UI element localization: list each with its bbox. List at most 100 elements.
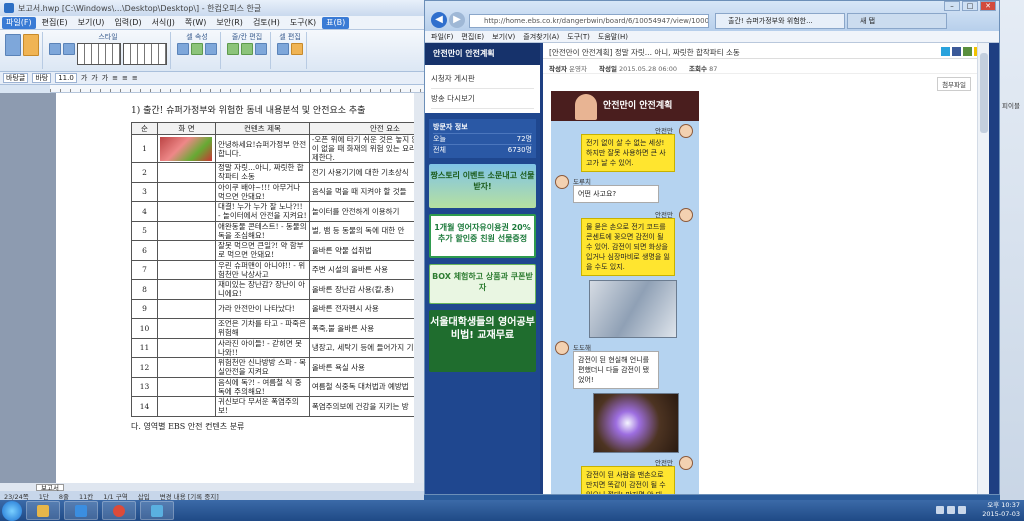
cell-title[interactable]: 애완동물 콘테스트! - 동물의 독을 조심해요! — [215, 220, 310, 241]
table-row[interactable]: 5 애완동물 콘테스트! - 동물의 독을 조심해요! 벌, 뱀 등 동물의 독에 … — [131, 220, 424, 241]
menu-file[interactable]: 파일(F) — [2, 16, 36, 29]
taskbar-chrome[interactable] — [102, 501, 136, 520]
bold-icon[interactable]: 가 — [81, 73, 87, 83]
menu-format[interactable]: 서식(J) — [148, 17, 179, 29]
style-select[interactable]: 바탕글 — [3, 73, 29, 83]
cell-number[interactable]: 8 — [131, 279, 158, 300]
minimize-icon[interactable]: – — [944, 1, 960, 11]
merge-icon[interactable] — [255, 43, 267, 55]
split-icon[interactable] — [277, 43, 289, 55]
table-row[interactable]: 13 음식에 독?! - 여름철 식 중독에 주의해요! 여름철 식중독 대처법과 … — [131, 376, 424, 397]
font-size-select[interactable]: 11.0 — [55, 73, 77, 83]
ie-menu-tools[interactable]: 도구(T) — [567, 31, 590, 42]
cell-number[interactable]: 12 — [131, 357, 158, 378]
table-row[interactable]: 1 안녕하세요!슈퍼가정부 안전합니다.-오픈 위에 타기 쉬운 것은 놓지 않는… — [131, 134, 424, 163]
table-row[interactable]: 14 귀신보다 무서운 폭염주의 보! 폭염주의보에 건강을 지키는 방 — [131, 396, 424, 417]
study-banner[interactable]: 서울대학생들의 영어공부비법! 교재무료 — [429, 310, 536, 372]
address-bar[interactable]: http://home.ebs.co.kr/dangerbwin/board/6… — [469, 14, 709, 28]
align-left-icon[interactable]: ≡ — [112, 74, 118, 82]
delete-row-icon[interactable] — [241, 43, 253, 55]
ie-menu-file[interactable]: 파일(F) — [431, 31, 453, 42]
style-icon[interactable] — [49, 43, 61, 55]
cell-safety[interactable]: 음식을 먹을 때 지켜야 할 것들 — [308, 181, 424, 202]
cell-number[interactable]: 10 — [131, 318, 158, 339]
cell-title[interactable]: 정말 자릿...아니, 짜릿한 합작파티 소동 — [215, 162, 310, 183]
cell-number[interactable]: 2 — [131, 162, 158, 183]
cell-title[interactable]: 위험천만 신나방방 스파 - 목실안전을 지켜요 — [215, 357, 310, 378]
menu-view[interactable]: 보기(U) — [74, 17, 109, 29]
cell-number[interactable]: 9 — [131, 298, 158, 319]
cell-safety[interactable]: -오픈 위에 타기 쉬운 것은 놓지 않는다. -어른이 없을 때 화재의 위험… — [308, 134, 424, 163]
underline-icon[interactable]: 가 — [102, 73, 108, 83]
cell-number[interactable]: 3 — [131, 181, 158, 202]
sidebar-header[interactable]: 안전만이 안전계획 — [425, 43, 540, 65]
status-track[interactable]: 변경 내용 [기록 중지] — [160, 491, 219, 501]
table-row[interactable]: 3 아이쿠 배야~!!! 아무거나 먹으면 안돼요! 음식을 먹을 때 지켜야 할 … — [131, 181, 424, 202]
formula-icon[interactable] — [291, 43, 303, 55]
close-icon[interactable]: ✕ — [980, 1, 996, 11]
maximize-icon[interactable]: □ — [962, 1, 978, 11]
cell-number[interactable]: 4 — [131, 201, 158, 222]
table-row[interactable]: 8 재미있는 장난감? 장난이 아니에요! 올바른 장난감 사용(칼,총) — [131, 279, 424, 300]
cell-title[interactable]: 우린 슈퍼맨이 아니야!! - 위험천만 낙상사고 — [215, 259, 310, 280]
cell-image[interactable] — [157, 259, 216, 280]
cell-number[interactable]: 13 — [131, 376, 158, 397]
cell-image[interactable] — [157, 318, 216, 339]
table-props-icon[interactable] — [5, 34, 21, 56]
cell-image[interactable] — [157, 298, 216, 319]
cell-title[interactable]: 대결! 누가 누가 잘 노나?!! - 놀이터에서 안전을 지켜요! — [215, 201, 310, 222]
cell-safety[interactable]: 주변 시설의 올바른 사용 — [308, 259, 424, 280]
twitter-icon[interactable] — [941, 47, 950, 56]
share-icon[interactable] — [963, 47, 972, 56]
menu-security[interactable]: 보안(R) — [212, 17, 247, 29]
cell-image[interactable] — [157, 201, 216, 222]
cell-safety[interactable]: 냉장고, 세탁기 등에 들어가지 기 — [308, 337, 424, 358]
menu-review[interactable]: 검토(H) — [249, 17, 284, 29]
cell-safety[interactable]: 올바른 전자펜시 사용 — [308, 298, 424, 319]
cell-safety[interactable]: 놀이터를 안전하게 이용하기 — [308, 201, 424, 222]
table-row[interactable]: 6 잘못 먹으면 큰일?! 약 함부로 먹으면 안돼요! 올바른 약물 섭취법 — [131, 240, 424, 261]
table-row[interactable]: 2 정말 자릿...아니, 짜릿한 합작파티 소동 전기 사용기기에 대한 기초상식 — [131, 162, 424, 183]
cell-safety[interactable]: 전기 사용기기에 대한 기초상식 — [308, 162, 424, 183]
cell-image[interactable] — [157, 376, 216, 397]
cell-safety[interactable]: 벌, 뱀 등 동물의 독에 대한 안 — [308, 220, 424, 241]
sheet-tab[interactable]: 보고서 — [36, 483, 64, 491]
cell-title[interactable]: 조언은 기차를 타고 - 파죽은 위험해 — [215, 318, 310, 339]
clock[interactable]: 오후 10:37 2015-07-03 — [982, 501, 1020, 519]
tab-active[interactable]: 출간! 슈퍼가정부와 위험한... — [715, 13, 845, 29]
cell-title[interactable]: 음식에 독?! - 여름철 식 중독에 주의해요! — [215, 376, 310, 397]
sidebar-link-replay[interactable]: 방송 다시보기 — [431, 89, 534, 109]
cell-number[interactable]: 7 — [131, 259, 158, 280]
status-insert[interactable]: 삽입 — [138, 491, 150, 501]
menu-table[interactable]: 표(B) — [322, 16, 350, 29]
style-icon[interactable] — [63, 43, 75, 55]
ie-vertical-scrollbar[interactable] — [977, 43, 989, 494]
italic-icon[interactable]: 가 — [91, 73, 97, 83]
cell-title[interactable]: 재미있는 장난감? 장난이 아니에요! — [215, 279, 310, 300]
cell-image[interactable] — [157, 162, 216, 183]
cell-safety[interactable]: 폭죽,불 올바른 사용 — [308, 318, 424, 339]
cell-image[interactable] — [157, 337, 216, 358]
document-page[interactable]: 1) 출간! 슈퍼가정부와 위험한 동네 내용분석 및 안전요소 추출 순 화 … — [56, 93, 424, 483]
cell-image[interactable] — [157, 240, 216, 261]
ruler[interactable] — [50, 85, 424, 93]
cell-image[interactable] — [157, 134, 216, 163]
cell-title[interactable]: 안녕하세요!슈퍼가정부 안전합니다. — [215, 134, 310, 163]
content-table[interactable]: 순 화 면 컨텐츠 제목 안전 요소 1 안녕하세요!슈퍼가정부 안전합니다. -오… — [131, 122, 424, 417]
hwp-titlebar[interactable]: 보고서.hwp [C:\Windows\...\Desktop\Desktop\… — [0, 0, 424, 16]
english-banner[interactable]: 1개월 영어자유이용권 20% 추가 할인중 친원 선물증정 — [429, 214, 536, 258]
align-right-icon[interactable]: ≡ — [132, 74, 138, 82]
forward-button[interactable]: ▶ — [449, 12, 465, 28]
cell-props-icon[interactable] — [23, 34, 39, 56]
ie-menu-favorites[interactable]: 즐겨찾기(A) — [523, 31, 559, 42]
ie-menu-help[interactable]: 도움말(H) — [598, 31, 628, 42]
cell-image[interactable] — [157, 396, 216, 417]
ie-menu-view[interactable]: 보기(V) — [492, 31, 515, 42]
back-button[interactable]: ◀ — [431, 12, 447, 28]
table-row[interactable]: 12 위험천만 신나방방 스파 - 목실안전을 지켜요 올바른 욕실 사용 — [131, 357, 424, 378]
hwp-vertical-scrollbar[interactable] — [414, 93, 424, 483]
cell-title[interactable]: 잘못 먹으면 큰일?! 약 함부로 먹으면 안돼요! — [215, 240, 310, 261]
insert-row-icon[interactable] — [227, 43, 239, 55]
table-row[interactable]: 11 사라진 아이들! - 갇히면 못 나와!! 냉장고, 세탁기 등에 들어가지 … — [131, 337, 424, 358]
cell-safety[interactable]: 올바른 약물 섭취법 — [308, 240, 424, 261]
